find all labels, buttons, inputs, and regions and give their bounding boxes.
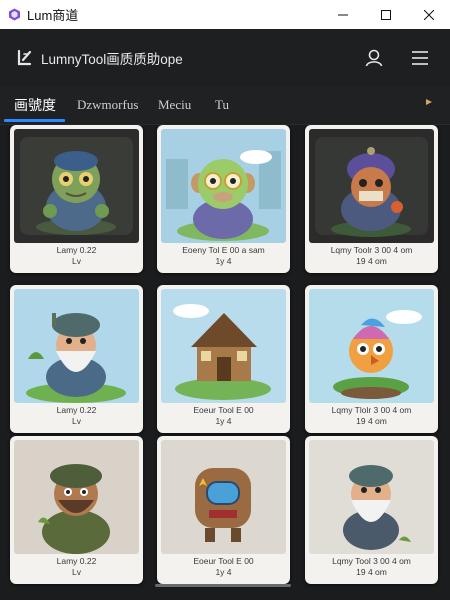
card-subtitle: 19 4 om [356,416,387,426]
card-thumbnail [161,129,286,243]
horizontal-scrollbar[interactable] [155,584,291,587]
card-thumbnail [161,440,286,554]
menu-button[interactable] [408,46,432,70]
card-title: Eoeur Tool E 00 [193,556,254,566]
image-card[interactable]: Lqmy Tlolr 3 00 4 om 19 4 om [305,285,438,433]
card-title: Lamy 0.22 [56,556,97,566]
maximize-icon [380,9,391,20]
app-title: LumnyTool画质质助ope [41,51,183,67]
image-card[interactable]: Eoeur Tool E 00 1y 4 [157,436,290,584]
tab-bar: 画號度 Dzwmorfus Meciu Tu [0,86,450,125]
card-subtitle: 1y 4 [215,256,232,266]
user-button[interactable] [362,46,386,70]
image-card[interactable]: Lamy 0.22 Lv [10,436,143,584]
card-subtitle: Lv [72,416,81,426]
card-title: Eoeny Tol E 00 a sam [182,245,265,255]
tab-scroll-right-icon[interactable] [425,98,435,108]
card-thumbnail [309,440,434,554]
card-thumbnail [14,129,139,243]
card-title: Lqmy Tlolr 3 00 4 om [331,405,412,415]
image-card[interactable]: Eoeur Tool E 00 1y 4 [157,285,290,433]
image-card[interactable]: Lqmy Tool 3 00 4 om 19 4 om [305,436,438,584]
card-subtitle: Lv [72,567,81,577]
tab-meciu[interactable]: Meciu [158,86,191,124]
card-subtitle: Lv [72,256,81,266]
close-icon [423,9,434,20]
logo-icon [17,49,32,65]
window-titlebar: Lum商道 [0,0,450,29]
window-title: Lum商道 [27,8,79,23]
tab-dzwmorfus[interactable]: Dzwmorfus [77,86,138,124]
card-title: Eoeur Tool E 00 [193,405,254,415]
image-card[interactable]: Eoeny Tol E 00 a sam 1y 4 [157,125,290,273]
image-card[interactable]: Lqmy Toolr 3 00 4 om 19 4 om [305,125,438,273]
minimize-icon [337,14,348,15]
card-subtitle: 19 4 om [356,567,387,577]
app-header: LumnyTool画质质助ope [0,29,450,86]
card-subtitle: 19 4 om [356,256,387,266]
card-thumbnail [309,289,434,403]
image-grid: Lamy 0.22 Lv Eoeny Tol E 00 a sam 1y 4 L… [0,125,450,600]
hamburger-menu-icon [412,51,428,65]
image-card[interactable]: Lamy 0.22 Lv [10,285,143,433]
card-title: Lqmy Toolr 3 00 4 om [330,245,413,255]
card-title: Lamy 0.22 [56,405,97,415]
card-thumbnail [309,129,434,243]
card-subtitle: 1y 4 [215,567,232,577]
card-thumbnail [14,289,139,403]
app-icon [7,8,21,22]
image-card[interactable]: Lamy 0.22 Lv [10,125,143,273]
card-thumbnail [161,289,286,403]
card-title: Lamy 0.22 [56,245,97,255]
close-button[interactable] [407,0,450,29]
card-title: Lqmy Tool 3 00 4 om [332,556,411,566]
tab-tu[interactable]: Tu [215,86,229,124]
card-subtitle: 1y 4 [215,416,232,426]
user-icon [365,49,383,67]
card-thumbnail [14,440,139,554]
maximize-button[interactable] [364,0,407,29]
active-tab-indicator [4,119,65,122]
minimize-button[interactable] [321,0,364,29]
